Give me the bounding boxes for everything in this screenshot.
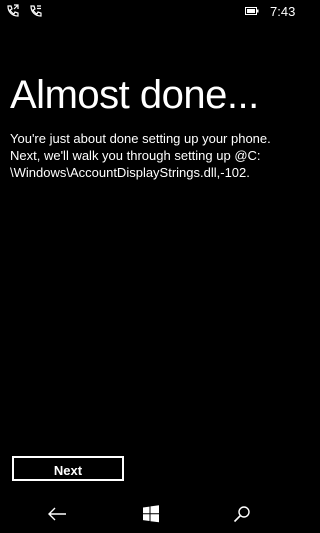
voicemail-forward-icon xyxy=(29,4,43,18)
page-description: You're just about done setting up your p… xyxy=(10,130,292,181)
back-icon[interactable] xyxy=(45,503,69,525)
status-bar: 7:43 xyxy=(0,0,300,24)
status-time: 7:43 xyxy=(270,4,296,19)
search-icon[interactable] xyxy=(230,503,254,525)
windows-start-icon[interactable] xyxy=(139,503,163,525)
battery-icon xyxy=(245,7,259,15)
description-line: \Windows\AccountDisplayStrings.dll,-102. xyxy=(10,165,250,180)
call-forward-icon xyxy=(6,4,20,18)
page-title: Almost done... xyxy=(10,73,259,117)
description-line: You're just about done setting up your p… xyxy=(10,131,271,146)
next-button[interactable]: Next xyxy=(12,456,124,481)
navigation-bar xyxy=(0,495,300,533)
description-line: Next, we'll walk you through setting up … xyxy=(10,148,261,163)
